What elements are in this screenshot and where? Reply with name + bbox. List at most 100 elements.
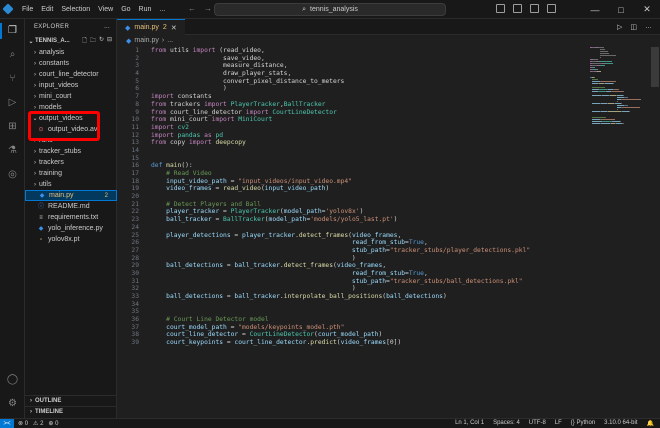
tree-item[interactable]: › mini_court <box>25 91 117 102</box>
code-line: 10 from mini_court import MiniCourt <box>117 116 660 124</box>
code-token: interpolate_ball_positions <box>283 293 383 300</box>
close-window-button[interactable]: ✕ <box>634 0 660 19</box>
refresh-icon[interactable]: ↻ <box>99 36 104 46</box>
code-token: ) <box>378 331 383 339</box>
source-control-icon[interactable]: ⑂ <box>6 72 19 85</box>
back-arrow-icon[interactable]: ← <box>188 4 196 13</box>
tree-item[interactable]: ◆ main.py 2 <box>25 190 117 201</box>
line-content: court_model_path = "models/keypoints_mod… <box>151 324 344 332</box>
project-folder-row[interactable]: ⌄ TENNIS_A... 🗋 🗀 ↻ ⊟ <box>25 35 116 47</box>
code-token: # Court Line Detector model <box>151 316 269 324</box>
minimap[interactable] <box>590 47 648 167</box>
python-interpreter[interactable]: 3.10.0 64-bit <box>604 420 637 427</box>
new-folder-icon[interactable]: 🗀 <box>90 36 96 46</box>
indentation[interactable]: Spaces: 4 <box>493 420 520 427</box>
remote-explorer-icon[interactable]: ◎ <box>6 168 19 181</box>
settings-gear-icon[interactable]: ⚙ <box>6 397 19 410</box>
code-token: ) <box>151 254 356 262</box>
line-number: 17 <box>131 170 139 177</box>
code-token: ) <box>393 216 398 224</box>
tree-item[interactable]: › analysis <box>25 47 117 58</box>
editor-actions: ▷ ◫ … <box>617 19 660 34</box>
collapse-all-icon[interactable]: ⊟ <box>107 36 112 46</box>
tree-item[interactable]: ▫ yolov8x.pt <box>25 234 117 245</box>
extensions-icon[interactable]: ⊞ <box>6 120 19 133</box>
account-icon[interactable]: ◯ <box>6 373 19 386</box>
remote-indicator[interactable]: >< <box>0 418 14 428</box>
code-line: 35 <box>117 308 660 316</box>
maximize-button[interactable]: □ <box>608 0 634 19</box>
minimap-stroke <box>593 77 595 78</box>
tree-item[interactable]: › utils <box>25 179 117 190</box>
code-line: 31 stub_path="tracker_stubs/ball_detecti… <box>117 278 660 286</box>
breadcrumb-more[interactable]: ... <box>167 37 173 44</box>
warnings-count[interactable]: ⚠ 2 <box>33 420 43 427</box>
run-file-icon[interactable]: ▷ <box>617 23 622 31</box>
code-line: 26 read_from_stub=True, <box>117 239 660 247</box>
menu-file[interactable]: File <box>18 6 37 13</box>
tree-item[interactable]: › court_line_detector <box>25 69 117 80</box>
tab-bar: ◆ main.py 2 ✕ ▷ ◫ … <box>117 19 660 35</box>
toggle-primary-sidebar-icon[interactable] <box>496 4 505 13</box>
ports-count[interactable]: ⊕ 0 <box>48 420 58 427</box>
line-number: 31 <box>131 277 139 285</box>
tree-item[interactable]: › input_videos <box>25 80 117 91</box>
notifications-bell-icon[interactable]: 🔔 <box>647 420 654 427</box>
new-file-icon[interactable]: 🗋 <box>82 36 87 46</box>
code-token: input_video_path <box>264 185 326 193</box>
menu-more[interactable]: ... <box>155 6 169 13</box>
timeline-section[interactable]: › TIMELINE <box>25 406 117 417</box>
menu-run[interactable]: Run <box>135 6 156 13</box>
code-token: = <box>215 216 224 224</box>
outline-section[interactable]: › OUTLINE <box>25 395 117 406</box>
active-indicator <box>0 23 2 39</box>
search-icon[interactable]: ⌕ <box>6 48 19 61</box>
explorer-more-button[interactable]: ... <box>104 24 110 30</box>
breadcrumb-file[interactable]: main.py <box>134 37 159 44</box>
toggle-secondary-sidebar-icon[interactable] <box>530 4 539 13</box>
menu-view[interactable]: View <box>94 6 117 13</box>
minimize-button[interactable]: — <box>582 0 608 19</box>
run-debug-icon[interactable]: ▷ <box>6 96 19 109</box>
split-editor-icon[interactable]: ◫ <box>630 23 637 31</box>
cursor-position[interactable]: Ln 1, Col 1 <box>455 420 484 427</box>
tree-item[interactable]: › constants <box>25 58 117 69</box>
tree-item[interactable]: › tracker_stubs <box>25 146 117 157</box>
minimap-stroke <box>592 81 600 82</box>
tree-item[interactable]: › trackers <box>25 157 117 168</box>
command-center-search[interactable]: ⌕ tennis_analysis <box>214 3 446 16</box>
close-icon[interactable]: ✕ <box>171 24 177 32</box>
code-token: deepcopy <box>215 139 246 147</box>
explorer-icon[interactable]: ❐ <box>6 24 19 37</box>
errors-count[interactable]: ⊗ 0 <box>18 420 28 427</box>
language-mode[interactable]: {} Python <box>571 420 595 427</box>
tree-item[interactable]: ⓘ README.md <box>25 201 117 212</box>
line-content: measure_distance, <box>151 62 287 70</box>
code-token: True <box>408 269 424 277</box>
toggle-panel-icon[interactable] <box>513 4 522 13</box>
code-token: , <box>397 231 402 239</box>
tree-item[interactable]: ≡ requirements.txt <box>25 212 117 223</box>
end-of-line[interactable]: LF <box>555 420 562 427</box>
menu-edit[interactable]: Edit <box>37 6 57 13</box>
tab-main-py[interactable]: ◆ main.py 2 ✕ <box>117 19 185 35</box>
red-highlight-box <box>28 111 100 141</box>
scroll-thumb[interactable] <box>651 47 659 87</box>
code-token: import <box>211 116 239 124</box>
menu-go[interactable]: Go <box>117 6 134 13</box>
code-token: PlayerTracker <box>230 208 280 216</box>
editor-scrollbar[interactable] <box>650 47 660 418</box>
code-token: = <box>215 185 224 193</box>
customize-layout-icon[interactable] <box>547 4 556 13</box>
line-number: 27 <box>131 246 139 254</box>
tree-item[interactable]: ◆ yolo_inference.py <box>25 223 117 234</box>
line-number: 1 <box>135 47 139 54</box>
menu-selection[interactable]: Selection <box>57 6 94 13</box>
code-editor[interactable]: 1 from utils import (read_video, 2 save_vi… <box>117 47 660 418</box>
more-actions-icon[interactable]: … <box>645 23 652 30</box>
tree-item[interactable]: › training <box>25 168 117 179</box>
encoding[interactable]: UTF-8 <box>529 420 546 427</box>
forward-arrow-icon[interactable]: → <box>204 4 212 13</box>
code-line: 5 convert_pixel_distance_to_meters <box>117 78 660 86</box>
testing-icon[interactable]: ⚗ <box>6 144 19 157</box>
